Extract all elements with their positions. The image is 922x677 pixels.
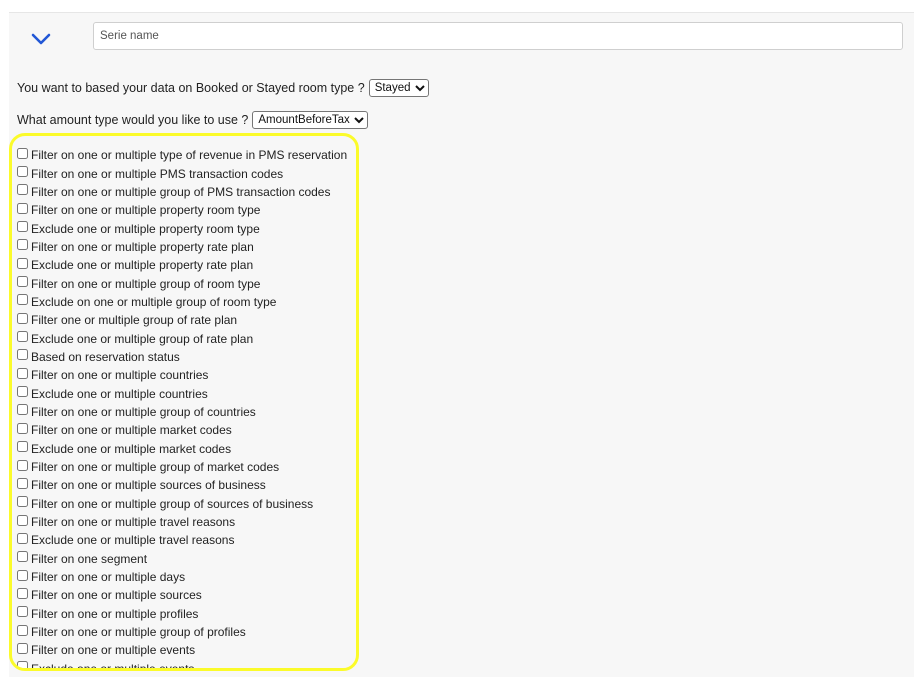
amount-type-select[interactable]: AmountBeforeTax <box>252 111 369 129</box>
filter-option-checkbox[interactable] <box>17 587 28 599</box>
amount-type-question: What amount type would you like to use ?… <box>17 111 369 129</box>
filter-option-checkbox[interactable] <box>17 367 28 379</box>
filter-option-item: Filter on one segment <box>17 550 347 568</box>
filter-option-item: Filter on one or multiple group of room … <box>17 274 347 292</box>
filter-option-label: Filter on one or multiple events <box>31 643 196 658</box>
filter-option-label: Exclude one or multiple market codes <box>31 441 232 456</box>
amount-type-question-label: What amount type would you like to use ? <box>17 113 249 127</box>
filter-option-checkbox[interactable] <box>17 532 28 544</box>
filter-option-item: Filter on one or multiple events <box>17 641 347 659</box>
filter-option-label: Filter on one or multiple sources of bus… <box>31 478 266 493</box>
filter-option-item: Exclude one or multiple market codes <box>17 440 347 458</box>
filter-option-label: Exclude one or multiple travel reasons <box>31 533 235 548</box>
filter-option-item: Filter on one or multiple group of sourc… <box>17 495 347 513</box>
serie-config-panel: You want to based your data on Booked or… <box>9 12 914 677</box>
filter-option-checkbox[interactable] <box>17 477 28 489</box>
filter-option-item: Exclude one or multiple travel reasons <box>17 531 347 549</box>
filter-option-item: Exclude one or multiple countries <box>17 384 347 402</box>
filter-option-item: Filter on one or multiple PMS transactio… <box>17 164 347 182</box>
filter-option-checkbox[interactable] <box>17 312 28 324</box>
filter-option-checkbox[interactable] <box>17 349 28 361</box>
filter-option-label: Filter on one or multiple group of sourc… <box>31 496 314 511</box>
filter-option-label: Filter on one or multiple property room … <box>31 203 261 218</box>
filter-option-checkbox[interactable] <box>17 404 28 416</box>
filter-option-item: Exclude one or multiple property rate pl… <box>17 256 347 274</box>
filter-option-checkbox[interactable] <box>17 551 28 563</box>
filter-option-checkbox[interactable] <box>17 386 28 398</box>
filter-option-label: Filter on one or multiple group of room … <box>31 276 261 291</box>
filter-option-checkbox[interactable] <box>17 642 28 654</box>
filter-option-label: Filter on one or multiple travel reasons <box>31 515 236 530</box>
filter-option-checkbox[interactable] <box>17 276 28 288</box>
filter-option-item: Filter on one or multiple profiles <box>17 605 347 623</box>
filter-options-highlight: Filter on one or multiple type of revenu… <box>9 133 359 671</box>
filter-option-item: Filter on one or multiple travel reasons <box>17 513 347 531</box>
filter-option-checkbox[interactable] <box>17 496 28 508</box>
filter-option-label: Filter on one or multiple market codes <box>31 423 232 438</box>
filter-option-checkbox[interactable] <box>17 221 28 233</box>
filter-option-label: Filter on one or multiple group of count… <box>31 404 256 419</box>
filter-option-checkbox[interactable] <box>17 514 28 526</box>
room-type-question: You want to based your data on Booked or… <box>17 79 429 97</box>
filter-option-label: Filter on one or multiple countries <box>31 368 209 383</box>
filter-option-label: Filter one or multiple group of rate pla… <box>31 313 238 328</box>
filter-option-checkbox[interactable] <box>17 661 28 668</box>
filter-option-checkbox[interactable] <box>17 294 28 306</box>
chevron-down-icon <box>31 33 51 45</box>
filter-option-item: Based on reservation status <box>17 348 347 366</box>
filter-option-item: Filter on one or multiple group of marke… <box>17 458 347 476</box>
filter-option-checkbox[interactable] <box>17 257 28 269</box>
filter-option-label: Filter on one or multiple sources <box>31 588 202 603</box>
filter-option-checkbox[interactable] <box>17 422 28 434</box>
collapse-toggle-button[interactable] <box>27 27 55 51</box>
filter-option-label: Filter on one or multiple property rate … <box>31 239 254 254</box>
filter-option-checkbox[interactable] <box>17 239 28 251</box>
filter-option-label: Filter on one or multiple PMS transactio… <box>31 166 284 181</box>
room-type-select[interactable]: Stayed <box>368 79 429 97</box>
filter-option-item: Filter one or multiple group of rate pla… <box>17 311 347 329</box>
filter-option-item: Filter on one or multiple type of revenu… <box>17 146 347 164</box>
filter-option-checkbox[interactable] <box>17 606 28 618</box>
filter-option-item: Filter on one or multiple market codes <box>17 421 347 439</box>
filter-option-item: Exclude on one or multiple group of room… <box>17 293 347 311</box>
filter-option-checkbox[interactable] <box>17 184 28 196</box>
filter-option-checkbox[interactable] <box>17 624 28 636</box>
filter-option-label: Filter on one or multiple group of profi… <box>31 625 246 640</box>
filter-option-label: Exclude on one or multiple group of room… <box>31 294 277 309</box>
filter-option-item: Filter on one or multiple group of PMS t… <box>17 183 347 201</box>
filter-option-item: Filter on one or multiple group of profi… <box>17 623 347 641</box>
filter-option-item: Filter on one or multiple property rate … <box>17 238 347 256</box>
filter-option-label: Exclude one or multiple group of rate pl… <box>31 331 254 346</box>
filter-option-label: Filter on one or multiple group of PMS t… <box>31 184 331 199</box>
filter-option-item: Exclude one or multiple property room ty… <box>17 219 347 237</box>
filter-options-list: Filter on one or multiple type of revenu… <box>17 146 347 671</box>
filter-option-checkbox[interactable] <box>17 331 28 343</box>
filter-option-label: Exclude one or multiple countries <box>31 386 208 401</box>
filter-option-checkbox[interactable] <box>17 202 28 214</box>
filter-option-item: Filter on one or multiple countries <box>17 366 347 384</box>
filter-option-label: Exclude one or multiple property room ty… <box>31 221 260 236</box>
filter-option-label: Filter on one or multiple group of marke… <box>31 460 280 475</box>
filter-option-checkbox[interactable] <box>17 459 28 471</box>
filter-option-item: Filter on one or multiple sources of bus… <box>17 476 347 494</box>
serie-name-input[interactable] <box>93 22 903 50</box>
filter-option-label: Filter on one segment <box>31 551 148 566</box>
filter-option-label: Filter on one or multiple days <box>31 570 186 585</box>
filter-option-checkbox[interactable] <box>17 569 28 581</box>
filter-option-label: Filter on one or multiple type of revenu… <box>31 148 348 163</box>
filter-option-label: Exclude one or multiple property rate pl… <box>31 258 254 273</box>
filter-option-label: Filter on one or multiple profiles <box>31 606 199 621</box>
filter-option-item: Exclude one or multiple group of rate pl… <box>17 329 347 347</box>
filter-option-item: Filter on one or multiple group of count… <box>17 403 347 421</box>
filter-option-checkbox[interactable] <box>17 147 28 159</box>
filter-option-item: Exclude one or multiple events <box>17 660 347 671</box>
room-type-question-label: You want to based your data on Booked or… <box>17 81 365 95</box>
filter-option-checkbox[interactable] <box>17 166 28 178</box>
filter-option-item: Filter on one or multiple property room … <box>17 201 347 219</box>
filter-option-item: Filter on one or multiple sources <box>17 586 347 604</box>
filter-option-label: Exclude one or multiple events <box>31 661 195 671</box>
filter-option-checkbox[interactable] <box>17 441 28 453</box>
filter-option-item: Filter on one or multiple days <box>17 568 347 586</box>
filter-option-label: Based on reservation status <box>31 349 180 364</box>
